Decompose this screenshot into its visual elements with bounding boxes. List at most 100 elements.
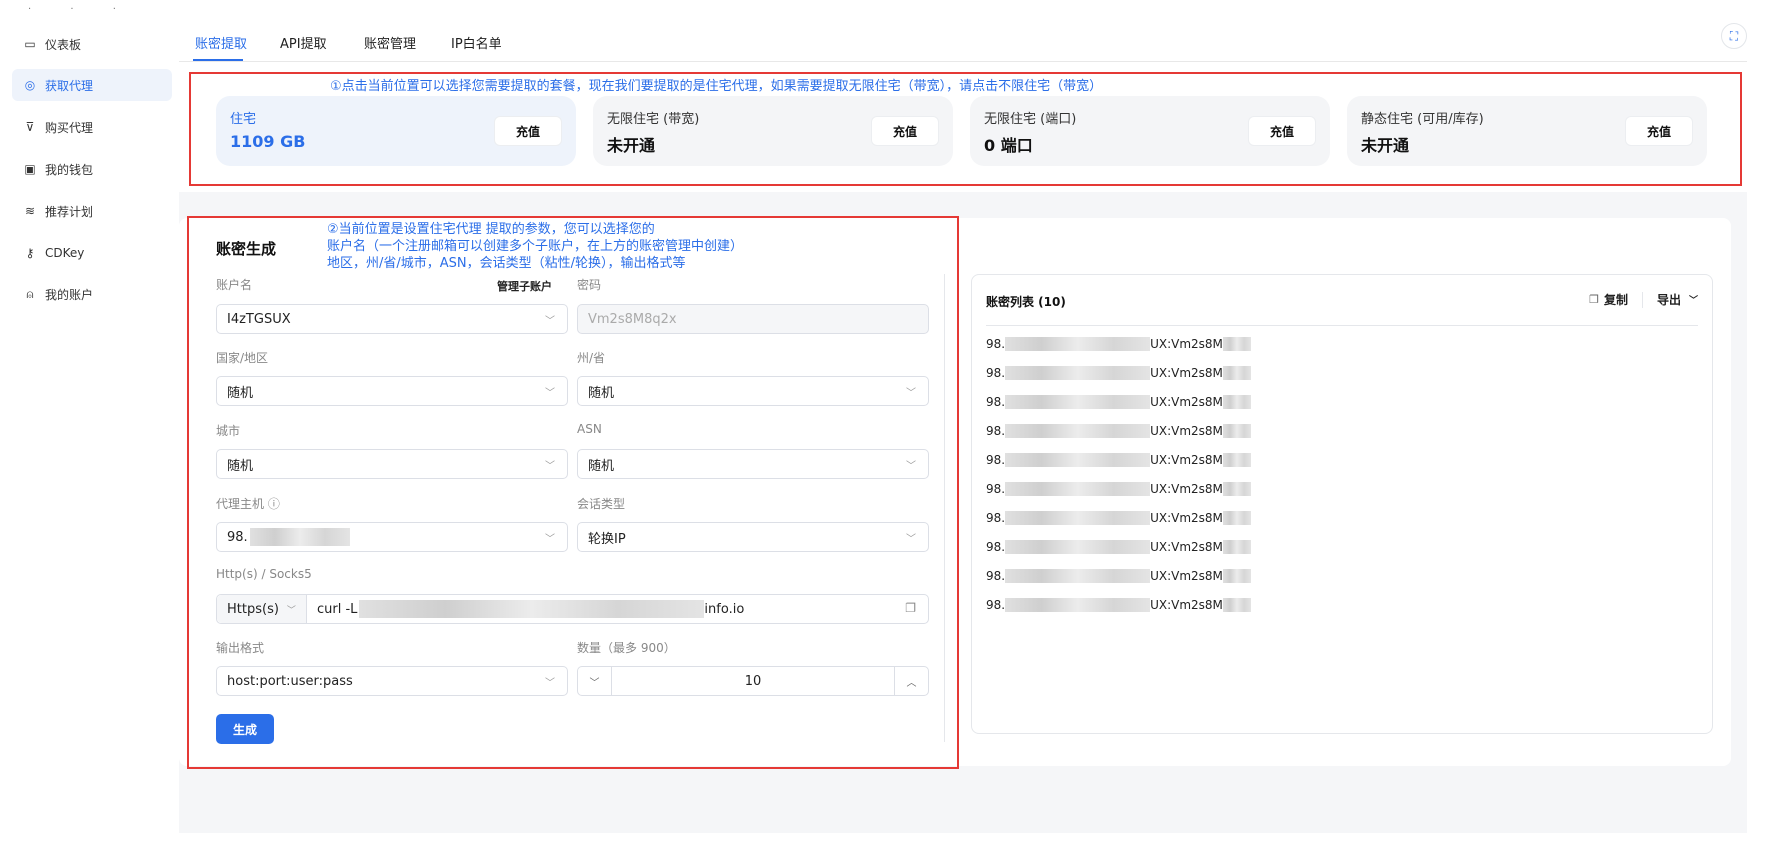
tab-api-extract[interactable]: API提取 [280,33,327,52]
key-icon: ⚷ [25,246,35,260]
tab-ip-whitelist[interactable]: IP白名单 [451,33,502,52]
recharge-button[interactable]: 充值 [1248,116,1316,146]
row-suffix: UX:Vm2s8M [1150,424,1223,438]
proxy-host-label: 代理主机 ⓘ [216,497,280,511]
export-button[interactable]: 导出 [1657,291,1681,308]
country-select[interactable]: 随机 ﹀ [216,376,568,406]
plan-card-residential[interactable]: 住宅 1109 GB 充值 [216,96,576,166]
quantity-value: 10 [744,673,762,689]
redacted-credential [1005,569,1151,583]
recharge-button[interactable]: 充值 [1625,116,1693,146]
fullscreen-button[interactable]: ⛶ [1721,23,1747,49]
redacted-credential [1222,453,1251,467]
redacted-credential [1222,598,1251,612]
city-value: 随机 [227,458,254,474]
sidebar-item-account[interactable]: ⍝ 我的账户 [12,278,172,310]
plan-value: 未开通 [607,136,656,155]
sidebar-item-label: 仪表板 [45,37,82,52]
user-icon: ⍝ [26,286,34,301]
plan-card-unlimited-port[interactable]: 无限住宅 (端口) 0 端口 充值 [970,96,1330,166]
password-label: 密码 [577,278,602,292]
quantity-stepper[interactable]: ﹀ 10 ︿ [577,666,929,696]
list-item: 98. UX:Vm2s8M [986,480,1251,498]
row-prefix: 98. [986,511,1006,525]
proxy-host-select[interactable]: 98. ﹀ [216,522,568,552]
row-suffix: UX:Vm2s8M [1150,395,1223,409]
sidebar-item-get-proxy[interactable]: ◎ 获取代理 [12,69,172,101]
row-prefix: 98. [986,569,1006,583]
plan-value: 未开通 [1361,136,1410,155]
active-tab-indicator [193,59,243,61]
increment-button[interactable]: ︿ [894,667,928,695]
sidebar-item-label: 我的钱包 [45,162,94,177]
protocol-value: Https(s) [227,601,279,617]
chevron-down-icon: ﹀ [906,461,916,472]
city-select[interactable]: 随机 ﹀ [216,449,568,479]
sidebar-item-buy-proxy[interactable]: ⊽ 购买代理 [12,111,172,143]
list-item: 98. UX:Vm2s8M [986,509,1251,527]
output-format-select[interactable]: host:port:user:pass ﹀ [216,666,568,696]
sidebar-item-cdkey[interactable]: ⚷ CDKey [12,237,172,269]
protocol-select[interactable]: Https(s) ﹀ [217,595,307,623]
generator-title: 账密生成 [216,240,277,258]
account-list-card: 账密列表 (10) ❐ 复制 导出 ﹀ 98. UX:Vm2s8M 98. UX:Vm… [971,274,1713,734]
sidebar-item-label: 我的账户 [45,287,94,302]
chevron-down-icon: ﹀ [906,388,916,399]
redacted-credential [1222,424,1251,438]
plan-card-static-residential[interactable]: 静态住宅 (可用/库存) 未开通 充值 [1347,96,1707,166]
session-type-select[interactable]: 轮换IP ﹀ [577,522,929,552]
row-suffix: UX:Vm2s8M [1150,598,1223,612]
row-suffix: UX:Vm2s8M [1150,511,1223,525]
decrement-button[interactable]: ﹀ [578,667,612,695]
asn-label: ASN [577,422,602,436]
redacted-host [249,528,350,546]
state-value: 随机 [588,385,615,401]
sidebar-item-dashboard[interactable]: ▭ 仪表板 [12,28,172,60]
sidebar-item-wallet[interactable]: ▣ 我的钱包 [12,153,172,185]
scan-icon: ⛶ [1729,28,1739,43]
manage-sub-account-link[interactable]: 管理子账户 [497,278,552,294]
password-value: Vm2s8M8q2x [588,311,677,327]
protocol-label: Http(s) / Socks5 [216,567,312,581]
redacted-credential [1222,395,1251,409]
redacted-credential [1005,395,1151,409]
proxy-host-value: 98. [227,529,248,545]
plan-value: 0 端口 [984,136,1033,155]
account-list-actions: ❐ 复制 导出 ﹀ [1589,291,1698,308]
recharge-button[interactable]: 充值 [494,116,562,146]
redacted-credential [1222,511,1251,525]
redacted-credential [1005,366,1151,380]
redacted-credential [1222,540,1251,554]
list-item: 98. UX:Vm2s8M [986,422,1251,440]
copy-button[interactable]: 复制 [1604,291,1628,308]
country-value: 随机 [227,385,254,401]
row-suffix: UX:Vm2s8M [1150,453,1223,467]
monitor-icon: ▭ [24,37,36,51]
tab-credential-extract[interactable]: 账密提取 [195,33,247,52]
row-prefix: 98. [986,540,1006,554]
recharge-button[interactable]: 充值 [871,116,939,146]
curl-command-field[interactable]: Https(s) ﹀ curl -L info.io ❐ [216,594,929,624]
plan-card-unlimited-bandwidth[interactable]: 无限住宅 (带宽) 未开通 充值 [593,96,953,166]
redacted-credential [1222,569,1251,583]
row-prefix: 98. [986,453,1006,467]
row-prefix: 98. [986,424,1006,438]
copy-icon[interactable]: ❐ [905,601,916,615]
plan-title: 静态住宅 (可用/库存) [1361,112,1484,127]
generate-button[interactable]: 生成 [216,714,274,744]
row-prefix: 98. [986,598,1006,612]
account-select[interactable]: I4zTGSUX ﹀ [216,304,568,334]
plan-title: 无限住宅 (端口) [984,112,1077,127]
asn-select[interactable]: 随机 ﹀ [577,449,929,479]
curl-suffix: info.io [704,601,745,617]
sidebar-item-referral[interactable]: ≋ 推荐计划 [12,195,172,227]
redacted-credential [1005,453,1151,467]
sidebar-item-label: 获取代理 [45,78,94,93]
redacted-credential [1005,337,1151,351]
sidebar-item-label: 购买代理 [45,120,94,135]
tab-credential-manage[interactable]: 账密管理 [364,33,416,52]
chevron-down-icon: ﹀ [286,605,296,616]
state-select[interactable]: 随机 ﹀ [577,376,929,406]
redacted-credential [1222,366,1251,380]
proxy-icon: ◎ [24,78,36,92]
